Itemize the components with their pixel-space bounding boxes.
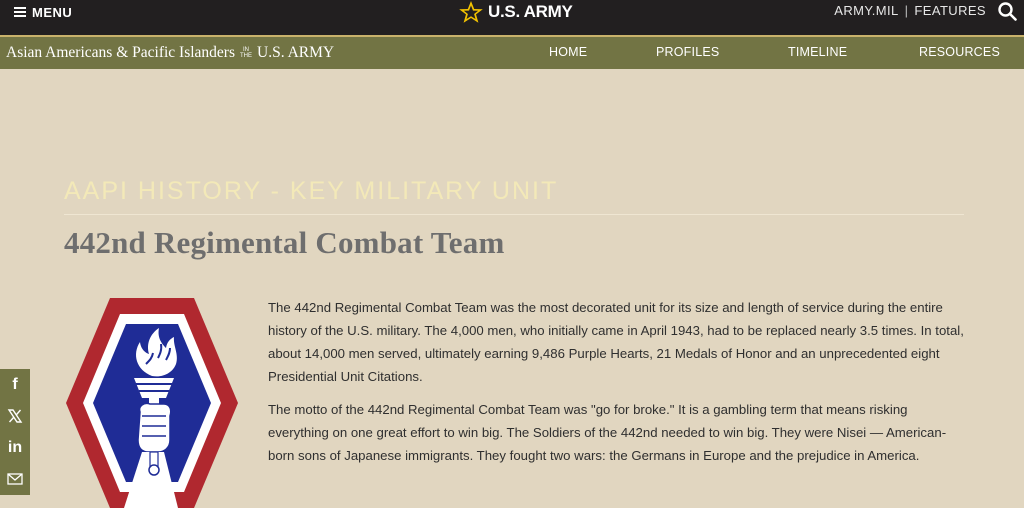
utility-links: ARMY.MIL | FEATURES bbox=[834, 3, 986, 18]
share-email-button[interactable] bbox=[0, 464, 30, 496]
us-army-logo-link[interactable]: U.S. ARMY bbox=[458, 0, 573, 24]
menu-button[interactable]: MENU bbox=[14, 3, 72, 21]
army-star-icon bbox=[459, 1, 483, 23]
search-icon[interactable] bbox=[997, 1, 1017, 21]
nav-resources[interactable]: RESOURCES bbox=[919, 45, 1000, 59]
menu-label: MENU bbox=[32, 4, 73, 20]
link-separator: | bbox=[904, 3, 909, 18]
linkedin-icon: in bbox=[7, 438, 23, 456]
share-x-button[interactable] bbox=[0, 401, 30, 433]
nav-items: HOME PROFILES TIMELINE RESOURCES bbox=[0, 45, 1024, 65]
x-icon bbox=[7, 409, 23, 423]
article-paragraph-2: The motto of the 442nd Regimental Combat… bbox=[268, 402, 947, 463]
nav-profiles[interactable]: PROFILES bbox=[656, 45, 719, 59]
divider bbox=[64, 214, 964, 215]
nav-timeline[interactable]: TIMELINE bbox=[788, 45, 847, 59]
section-kicker: AAPI HISTORY - KEY MILITARY UNIT bbox=[64, 177, 559, 205]
email-icon bbox=[7, 473, 23, 485]
share-linkedin-button[interactable]: in bbox=[0, 432, 30, 464]
features-link[interactable]: FEATURES bbox=[914, 3, 986, 18]
hamburger-icon bbox=[14, 7, 26, 17]
article-body: The 442nd Regimental Combat Team was the… bbox=[268, 296, 968, 477]
nav-home[interactable]: HOME bbox=[549, 45, 587, 59]
share-rail: f in bbox=[0, 369, 30, 495]
global-header: MENU U.S. ARMY ARMY.MIL | FEATURES bbox=[0, 0, 1024, 35]
page-title: 442nd Regimental Combat Team bbox=[64, 225, 505, 260]
article-paragraph-1: The 442nd Regimental Combat Team was the… bbox=[268, 300, 964, 384]
site-navbar: Asian Americans & Pacific Islanders IN T… bbox=[0, 35, 1024, 69]
facebook-icon: f bbox=[12, 375, 18, 393]
442nd-unit-patch-image bbox=[66, 298, 238, 508]
share-facebook-button[interactable]: f bbox=[0, 369, 30, 401]
brand-label: U.S. ARMY bbox=[488, 2, 573, 21]
army-mil-link[interactable]: ARMY.MIL bbox=[834, 3, 898, 18]
